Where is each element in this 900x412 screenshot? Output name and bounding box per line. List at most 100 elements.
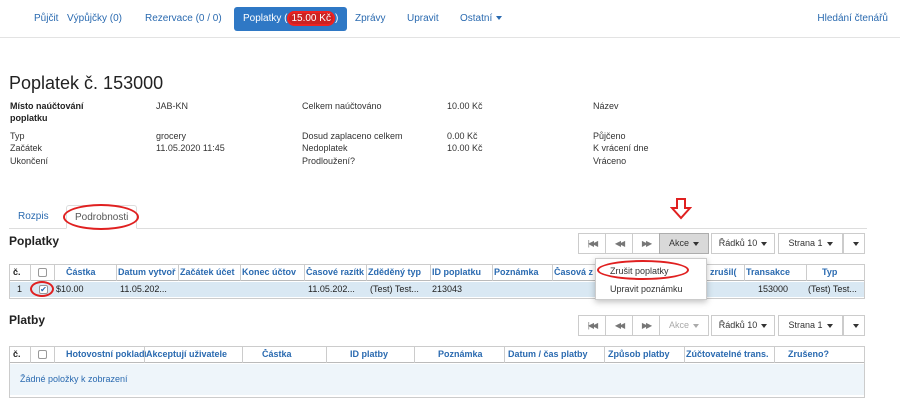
payments-more-button[interactable] <box>843 315 865 336</box>
col-zacatek-uctovani[interactable]: Začátek účet <box>180 267 242 277</box>
col-zruseno[interactable]: Zrušeno? <box>788 349 848 359</box>
col-num: č. <box>13 349 21 359</box>
col-id-poplatku[interactable]: ID poplatku <box>432 267 492 277</box>
nav-tab-poplatky-suffix: ) <box>334 13 339 24</box>
prev-page-icon[interactable]: ◀◀ <box>605 315 633 336</box>
cell-datum-vytvoreni: 11.05.202... <box>120 284 167 294</box>
col-zpusob-platby[interactable]: Způsob platby <box>608 349 686 359</box>
first-page-icon[interactable]: |◀◀ <box>578 233 606 254</box>
col-poznamka[interactable]: Poznámka <box>494 267 554 277</box>
caret-down-icon <box>826 241 833 246</box>
col-akceptuji-uzivatele[interactable]: Akceptují uživatele <box>146 349 242 359</box>
info-label-zaplaceno: Dosud zaplaceno celkem <box>302 131 403 141</box>
nav-tab-poplatky[interactable]: Poplatky (15.00 Kč) <box>234 7 348 31</box>
nav-tab-rezervace[interactable]: Rezervace (0 / 0) <box>136 7 231 31</box>
col-divider <box>242 347 243 363</box>
top-navigation: Půjčit Výpůjčky (0) Rezervace (0 / 0) Po… <box>0 0 900 38</box>
col-datum-platby[interactable]: Datum / čas platby <box>508 349 600 359</box>
select-all-checkbox[interactable] <box>38 350 47 359</box>
col-zuctovatelne-transakce[interactable]: Zúčtovatelné trans. <box>686 349 772 359</box>
nav-tab-upravit[interactable]: Upravit <box>398 7 448 31</box>
col-zrusil[interactable]: zrušil( <box>710 267 746 277</box>
col-divider <box>144 347 145 363</box>
col-divider <box>806 265 807 281</box>
cell-casove-razitko: 11.05.202... <box>308 284 355 294</box>
patron-search-link[interactable]: Hledání čtenářů <box>817 7 888 31</box>
info-value-zacatek: 11.05.2020 11:45 <box>156 143 225 153</box>
payments-table-header: č. Hotovostní pokladí Akceptují uživatel… <box>10 347 864 363</box>
row-checkbox[interactable]: ✔ <box>39 285 48 294</box>
next-page-icon[interactable]: ▶▶ <box>632 233 660 254</box>
caret-down-icon <box>693 323 699 328</box>
info-label-pujceno: Půjčeno <box>593 131 626 141</box>
col-castka[interactable]: Částka <box>66 267 116 277</box>
col-divider <box>504 347 505 363</box>
info-value-celkem: 10.00 Kč <box>447 101 483 111</box>
table-row[interactable]: 1 ✔ $10.00 11.05.202... 11.05.202... (Te… <box>10 282 864 297</box>
empty-state-message: Žádné položky k zobrazení <box>10 364 864 395</box>
nav-tab-ostatni-label: Ostatní <box>460 13 493 24</box>
nav-tab-zpravy[interactable]: Zprávy <box>346 7 395 31</box>
nav-tab-vypujcky[interactable]: Výpůjčky (0) <box>58 7 131 31</box>
page-title: Poplatek č. 153000 <box>9 73 164 93</box>
col-poznamka[interactable]: Poznámka <box>438 349 498 359</box>
info-value-zaplaceno: 0.00 Kč <box>447 131 478 141</box>
col-zdedeny-typ[interactable]: Zděděný typ <box>368 267 430 277</box>
info-label-nedoplatek: Nedoplatek <box>302 143 348 153</box>
col-hotovostni-pokladna[interactable]: Hotovostní pokladí <box>66 349 146 359</box>
info-label-k-vraceni: K vrácení dne <box>593 143 649 153</box>
cell-zdedeny-typ: (Test) Test... <box>370 284 419 294</box>
fees-rows-button[interactable]: Řádků 10 <box>711 233 775 254</box>
cell-id-poplatku: 213043 <box>432 284 463 294</box>
info-label-ukonceni: Ukončení <box>10 156 49 166</box>
payments-actions-button[interactable]: Akce <box>659 315 709 336</box>
col-divider <box>54 265 55 281</box>
col-divider <box>326 347 327 363</box>
col-divider <box>178 265 179 281</box>
col-num: č. <box>13 267 21 277</box>
nav-tab-poplatky-label: Poplatky ( <box>243 13 288 24</box>
info-label-zacatek: Začátek <box>10 143 43 153</box>
col-divider <box>240 265 241 281</box>
fees-more-button[interactable] <box>843 233 865 254</box>
next-page-icon[interactable]: ▶▶ <box>632 315 660 336</box>
col-divider <box>430 265 431 281</box>
menu-item-zrusit-poplatky[interactable]: Zrušit poplatky <box>596 263 706 279</box>
fee-amount-badge: 15.00 Kč <box>287 11 335 26</box>
col-divider <box>116 265 117 281</box>
col-casove-razitko[interactable]: Časové razítk <box>306 267 368 277</box>
col-divider <box>684 347 685 363</box>
info-label-nazev: Název <box>593 101 619 111</box>
info-label-misto: Místo naúčtování poplatku <box>10 100 150 124</box>
info-label-celkem: Celkem naúčtováno <box>302 101 382 111</box>
col-divider <box>744 265 745 281</box>
col-castka[interactable]: Částka <box>262 349 322 359</box>
col-typ[interactable]: Typ <box>822 267 862 277</box>
menu-item-upravit-poznamku[interactable]: Upravit poznámku <box>596 281 706 297</box>
col-datum-vytvoreni[interactable]: Datum vytvoř <box>118 267 180 277</box>
payments-rows-button[interactable]: Řádků 10 <box>711 315 775 336</box>
prev-page-icon[interactable]: ◀◀ <box>605 233 633 254</box>
first-page-icon[interactable]: |◀◀ <box>578 315 606 336</box>
fees-page-button[interactable]: Strana 1 <box>778 233 843 254</box>
payments-page-button[interactable]: Strana 1 <box>778 315 843 336</box>
payments-rows-label: Řádků 10 <box>718 320 758 330</box>
tab-rozpis[interactable]: Rozpis <box>10 205 57 229</box>
section-title-platby: Platby <box>9 313 46 327</box>
cell-transakce: 153000 <box>758 284 789 294</box>
col-id-platby[interactable]: ID platby <box>350 349 410 359</box>
col-divider <box>54 347 55 363</box>
col-casova-znamka[interactable]: Časová z <box>554 267 596 277</box>
tab-podrobnosti[interactable]: Podrobnosti <box>66 205 138 229</box>
select-all-checkbox[interactable] <box>38 268 47 277</box>
col-konec-uctovani[interactable]: Konec účtov <box>242 267 306 277</box>
info-value-nedoplatek: 10.00 Kč <box>447 143 483 153</box>
nav-tab-ostatni[interactable]: Ostatní <box>451 7 511 31</box>
fees-rows-label: Řádků 10 <box>718 238 758 248</box>
payments-page-label: Strana 1 <box>788 320 823 330</box>
detail-tabs: Rozpis Podrobnosti <box>9 205 867 229</box>
fees-actions-button[interactable]: Akce <box>659 233 709 254</box>
col-transakce[interactable]: Transakce <box>746 267 806 277</box>
info-label-vraceno: Vráceno <box>593 156 627 166</box>
col-divider <box>304 265 305 281</box>
